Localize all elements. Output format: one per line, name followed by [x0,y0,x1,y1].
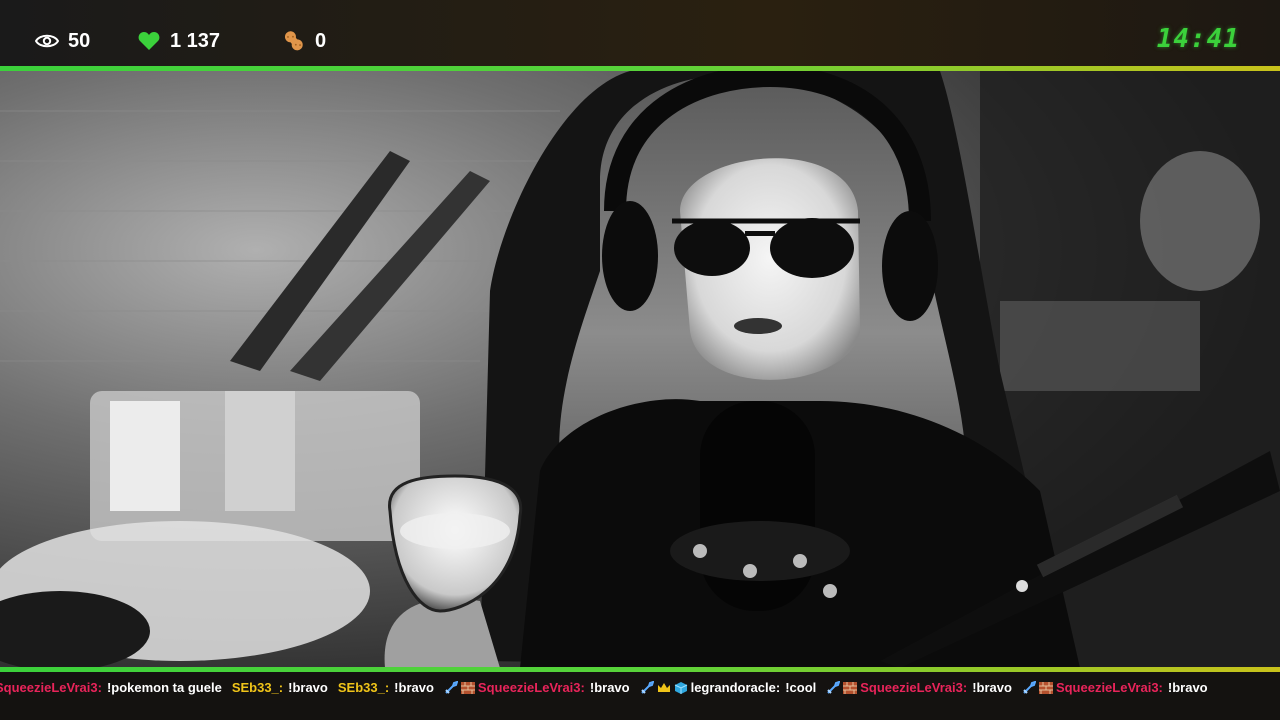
chat-message: SEb33_: !bravo [338,680,434,695]
viewer-count: 50 [34,26,90,56]
heart-count: 1 137 [136,26,220,56]
sword-icon [640,680,654,694]
chat-text: !bravo [972,680,1012,695]
peanut-icon [281,29,307,53]
brick-icon [460,681,475,694]
stream-overlay-topbar: 50 1 137 0 14:41 [0,0,1280,67]
chat-message: SqueezieLeVrai3: !bravo [1022,680,1208,695]
chat-text: !pokemon ta guele [106,680,222,695]
chat-text: !cool [785,680,817,695]
chat-message: SqueezieLeVrai3: !pokemon ta guele [0,680,222,695]
sword-icon [827,680,841,694]
chat-text: !bravo [394,680,434,695]
chat-username: SqueezieLeVrai3: [860,680,968,695]
chat-text: !bravo [1167,680,1208,695]
heart-count-value: 1 137 [170,29,221,52]
brick-icon [1038,681,1053,694]
chat-message: legrandoracle: !cool [640,680,817,695]
chat-ticker-row: SqueezieLeVrai3: !pokemon ta guele SEb33… [0,680,1218,695]
cube-icon [674,681,687,694]
chat-text: !bravo [589,680,630,695]
peanut-count: 0 [281,26,326,56]
chat-username: SqueezieLeVrai3: [0,680,102,695]
stream-clock: 14:41 [1156,24,1240,54]
chat-username: SEb33_: [231,680,284,695]
chat-message: SqueezieLeVrai3: !bravo [444,680,630,695]
chat-username: SqueezieLeVrai3: [477,680,585,695]
eye-icon [34,29,60,53]
chat-text: !bravo [288,680,328,695]
sword-icon [1023,680,1036,694]
heart-icon [136,29,162,53]
webcam-scene [0,71,1280,668]
chat-ticker: SqueezieLeVrai3: !pokemon ta guele SEb33… [0,672,1280,720]
chat-message: SqueezieLeVrai3: !bravo [826,680,1012,695]
crown-icon [657,682,670,692]
sword-icon [445,680,458,694]
chat-username: SEb33_: [337,680,390,695]
webcam-video-feed [0,71,1280,668]
brick-icon [843,681,858,694]
chat-username: SqueezieLeVrai3: [1055,680,1163,695]
viewer-count-value: 50 [68,29,91,52]
peanut-count-value: 0 [315,29,327,52]
chat-message: SEb33_: !bravo [232,680,328,695]
chat-username: legrandoracle: [690,680,781,695]
